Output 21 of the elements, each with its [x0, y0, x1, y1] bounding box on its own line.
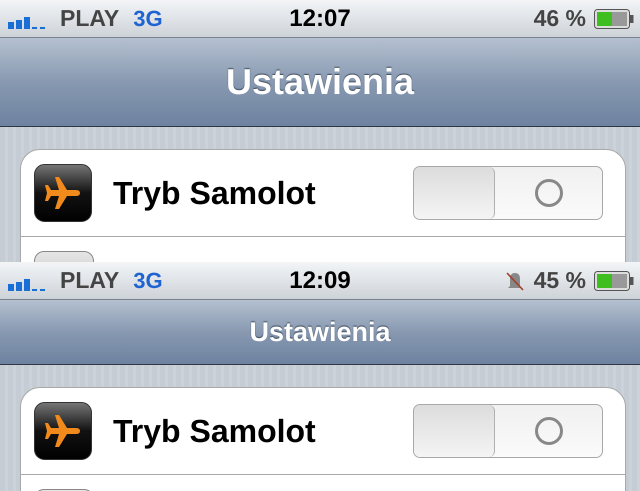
clock-time: 12:07 — [289, 4, 351, 32]
battery-percent: 46 % — [534, 5, 586, 32]
screen-title: Ustawienia — [226, 61, 414, 103]
toggle-switch[interactable] — [413, 404, 603, 458]
clock-time: 12:09 — [289, 266, 351, 294]
setting-label: Tryb Samolot — [113, 174, 316, 212]
signal-icon — [8, 276, 46, 290]
airplane-icon — [34, 402, 92, 460]
signal-icon — [8, 14, 46, 28]
battery-icon — [594, 270, 634, 290]
carrier-name: PLAY — [60, 267, 120, 294]
battery-percent: 45 % — [534, 267, 586, 294]
battery-icon — [594, 8, 634, 28]
setting-label: Tryb Samolot — [113, 412, 316, 450]
screen-title: Ustawienia — [249, 316, 391, 348]
network-type: 3G — [133, 268, 163, 294]
airplane-icon — [34, 164, 92, 222]
network-type: 3G — [133, 6, 163, 32]
carrier-name: PLAY — [60, 5, 120, 32]
toggle-switch[interactable] — [413, 166, 603, 220]
muted-bell-icon — [504, 270, 526, 292]
